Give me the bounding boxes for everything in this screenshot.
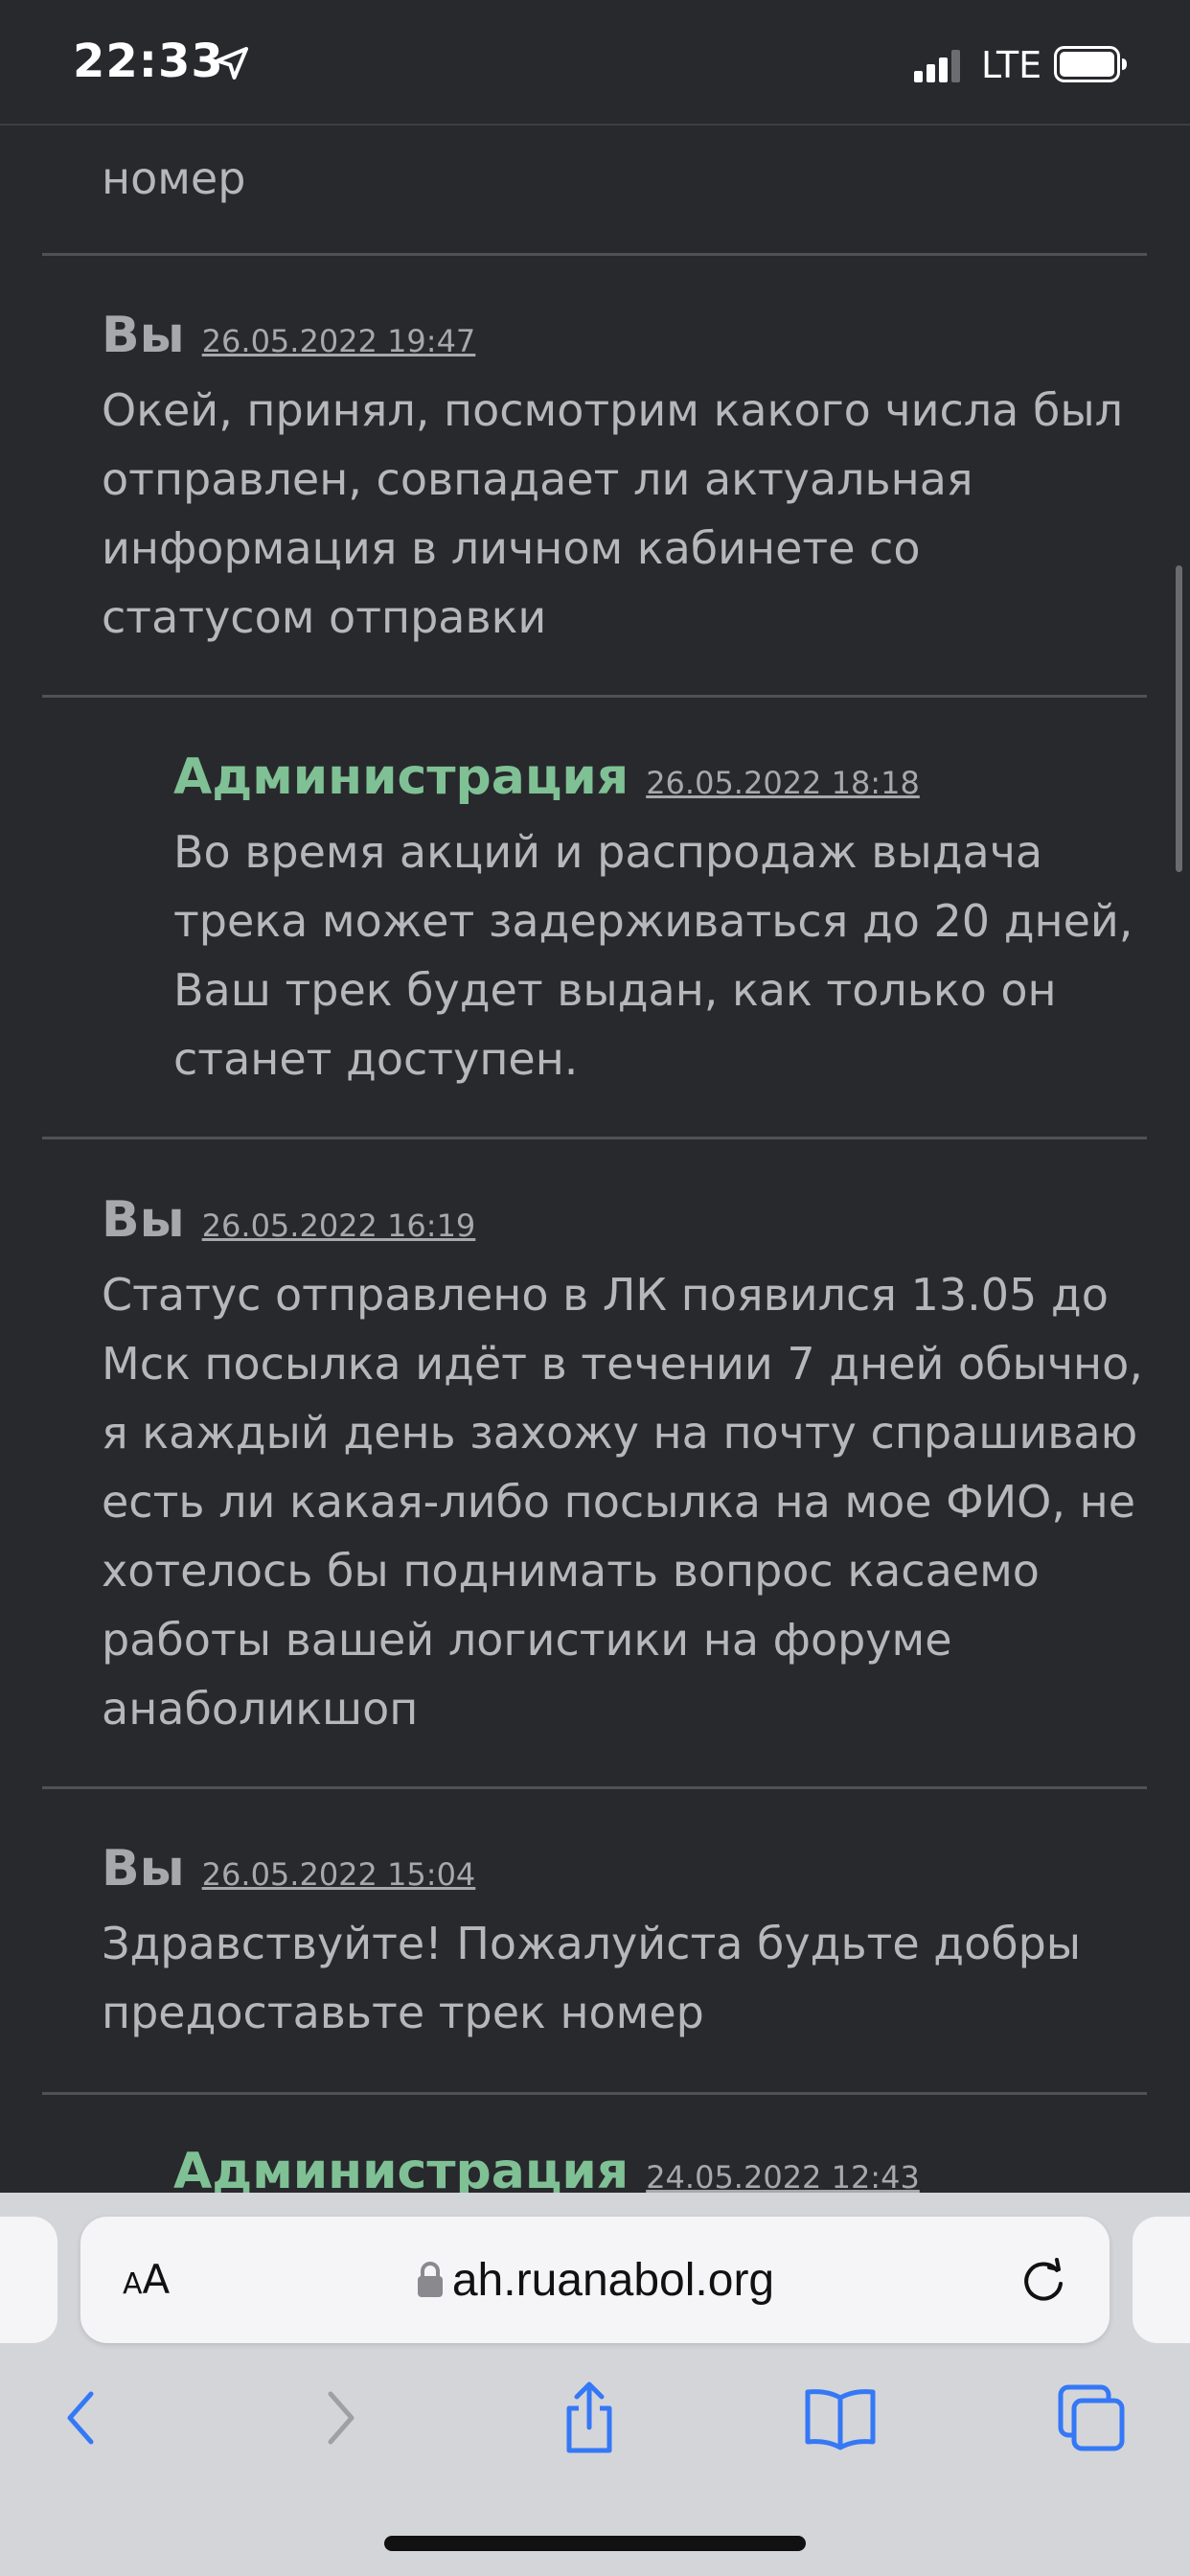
message-item: Администрация 26.05.2022 18:18 Во время …	[173, 748, 1146, 1093]
message-item: Вы 26.05.2022 19:47 Окей, принял, посмот…	[102, 307, 1146, 652]
message-text: Статус отправлено в ЛК появился 13.05 до…	[102, 1269, 1143, 1735]
home-indicator[interactable]	[384, 2536, 806, 2551]
divider	[42, 2092, 1147, 2095]
message-date[interactable]: 24.05.2022 12:43	[646, 2159, 920, 2195]
screen: номер Вы 26.05.2022 19:47 Окей, принял, …	[0, 0, 1190, 2576]
divider	[42, 1786, 1147, 1789]
reload-icon[interactable]	[1018, 2255, 1069, 2307]
scroll-indicator[interactable]	[1176, 565, 1182, 872]
message-feed[interactable]: номер Вы 26.05.2022 19:47 Окей, принял, …	[0, 0, 1190, 2195]
message-author: Вы	[102, 1840, 185, 1898]
battery-icon	[1054, 46, 1127, 82]
signal-bars-icon	[914, 50, 960, 82]
tabs-icon	[1058, 2384, 1125, 2451]
address-bar[interactable]: AA ah.ruanabol.org	[80, 2217, 1110, 2343]
url-group[interactable]: ah.ruanabol.org	[80, 2217, 1110, 2343]
message-header: Администрация 26.05.2022 18:18	[173, 748, 1146, 817]
lock-icon	[417, 2262, 443, 2297]
message-header: Вы 26.05.2022 16:19	[102, 1191, 1146, 1260]
location-arrow-icon	[216, 47, 248, 80]
share-icon	[566, 2381, 612, 2453]
message-date[interactable]: 26.05.2022 18:18	[646, 765, 920, 801]
tabs-button[interactable]	[1048, 2375, 1134, 2461]
message-text: Здравствуйте! Пожалуйста будьте добры пр…	[102, 1918, 1082, 2038]
message-item: Вы 26.05.2022 15:04 Здравствуйте! Пожалу…	[102, 1840, 1146, 2047]
message-text: Во время акций и распродаж выдача трека …	[173, 826, 1133, 1085]
message-header: Вы 26.05.2022 19:47	[102, 307, 1146, 376]
browser-toolbar: AA ah.ruanabol.org	[0, 2193, 1190, 2576]
url-text[interactable]: ah.ruanabol.org	[452, 2254, 774, 2307]
message-date[interactable]: 26.05.2022 19:47	[202, 323, 476, 359]
next-tab-peek[interactable]	[1133, 2217, 1190, 2343]
divider	[42, 1137, 1147, 1139]
message-date[interactable]: 26.05.2022 15:04	[202, 1856, 476, 1893]
message-header: Вы 26.05.2022 15:04	[102, 1840, 1146, 1909]
message-item: Администрация 24.05.2022 12:43	[173, 2143, 1146, 2195]
status-bar: 22:33 LTE	[0, 0, 1190, 126]
message-author: Вы	[102, 307, 185, 364]
message-author: Вы	[102, 1191, 185, 1249]
message-header: Администрация 24.05.2022 12:43	[173, 2143, 1146, 2195]
bookmarks-icon	[805, 2389, 876, 2450]
divider	[42, 253, 1147, 256]
share-button[interactable]	[546, 2375, 632, 2461]
message-text: Окей, принял, посмотрим какого числа был…	[102, 384, 1124, 643]
divider	[42, 695, 1147, 698]
previous-tab-peek[interactable]	[0, 2217, 57, 2343]
status-time: 22:33	[73, 34, 224, 88]
partial-message-text: номер	[102, 152, 246, 204]
network-type: LTE	[981, 44, 1042, 86]
message-author: Администрация	[173, 2143, 629, 2195]
forward-icon	[328, 2391, 355, 2445]
bookmarks-button[interactable]	[797, 2375, 883, 2461]
message-date[interactable]: 26.05.2022 16:19	[202, 1208, 476, 1244]
back-icon	[67, 2391, 94, 2445]
message-item: Вы 26.05.2022 16:19 Статус отправлено в …	[102, 1191, 1146, 1743]
forward-button[interactable]	[297, 2375, 383, 2461]
back-button[interactable]	[38, 2375, 125, 2461]
message-author: Администрация	[173, 748, 629, 806]
